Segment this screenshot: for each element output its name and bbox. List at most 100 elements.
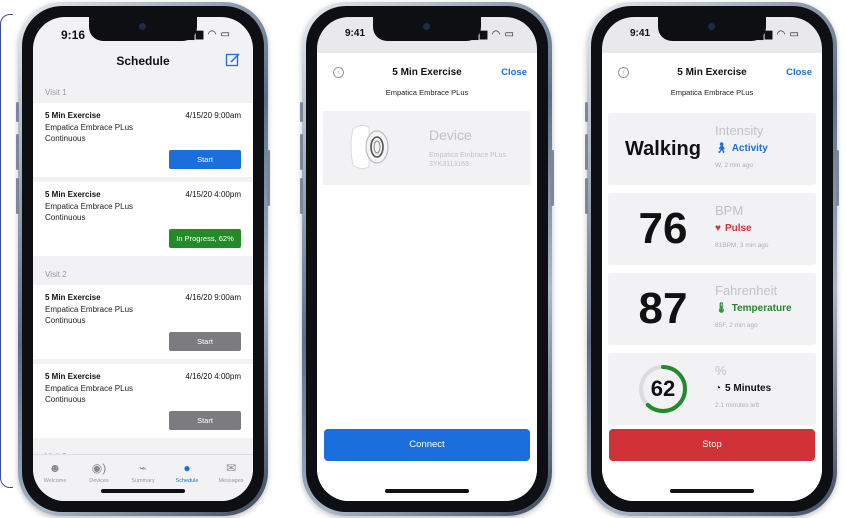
compose-icon[interactable] — [225, 52, 241, 68]
schedule-entry[interactable]: 5 Min Exercise 4/15/20 4:00pm Empatica Emb… — [33, 182, 253, 256]
tab-summary[interactable]: ⌁ Summary — [121, 455, 165, 501]
schedule-list[interactable]: Visit 1 5 Min Exercise 4/15/20 9:00am Empat… — [33, 79, 253, 455]
connect-button[interactable]: Connect — [324, 429, 530, 461]
back-icon[interactable]: ‹ — [333, 67, 344, 78]
page-title: Schedule — [116, 54, 170, 68]
side-button — [300, 102, 303, 122]
entry-date: 4/15/20 9:00am — [185, 111, 241, 120]
metric-card-intensity: Walking Intensity 🚶︎ Activity W, 2 min ago — [608, 113, 816, 185]
status-time: 9:41 — [345, 28, 366, 39]
metric-label: 🌡︎ Temperature — [715, 303, 792, 314]
notch — [89, 17, 197, 41]
devices-icon: ◉) — [91, 461, 107, 475]
entry-date: 4/16/20 4:00pm — [185, 372, 241, 381]
start-button[interactable]: Start — [169, 332, 241, 351]
schedule-entry[interactable]: 5 Min Exercise 4/15/20 9:00am Empatica Emb… — [33, 103, 253, 177]
power-button — [267, 150, 270, 206]
tab-messages[interactable]: ✉ Messages — [209, 455, 253, 501]
side-button — [16, 102, 19, 122]
tab-label: Schedule — [175, 478, 199, 484]
visit-label: Visit 2 — [45, 270, 67, 279]
sheet-header: ‹ 5 Min Exercise Close — [317, 53, 537, 93]
device-name-header: Empatica Embrace PLus — [670, 88, 754, 97]
volume-up-button — [300, 134, 303, 170]
metric-label-text: Temperature — [731, 303, 792, 314]
entry-device: Empatica Embrace PLus — [45, 123, 134, 132]
metric-subtext: 2.1 minutes left — [715, 402, 760, 409]
metric-value: 87 — [638, 284, 688, 333]
volume-down-button — [585, 178, 588, 214]
metric-unit: % — [715, 363, 727, 378]
phone-schedule: 9:16 ▂▄▆ ◠ ▭ Schedule Visit 15 Min Exerc… — [16, 2, 270, 516]
entry-mode: Continuous — [45, 134, 86, 143]
tab-schedule[interactable]: ● Schedule — [165, 455, 209, 501]
entry-date: 4/15/20 4:00pm — [185, 190, 241, 199]
close-button[interactable]: Close — [501, 67, 527, 78]
entry-date: 4/16/20 9:00am — [185, 293, 241, 302]
metric-card-fahrenheit: 87 Fahrenheit 🌡︎ Temperature 85F, 2 min ago — [608, 273, 816, 345]
notch — [658, 17, 766, 41]
metric-unit: Intensity — [715, 123, 764, 138]
heart-icon: ♥ — [715, 223, 721, 234]
metric-label-text: Activity — [731, 143, 768, 154]
device-card[interactable]: Device Empatica Embrace PLus 3YK3113168 — [323, 111, 531, 185]
metric-label-text: 5 Minutes — [725, 383, 772, 394]
metric-label: 🚶︎ Activity — [715, 143, 768, 154]
phone-connect: 9:41 ▂▄▆ ◠ ▭ ‹ 5 Min Exercise Close Empa… — [300, 2, 554, 516]
power-button — [551, 150, 554, 206]
home-indicator[interactable] — [385, 489, 469, 493]
welcome-icon: ☻ — [48, 461, 62, 475]
device-name-header: Empatica Embrace PLus — [385, 88, 469, 97]
entry-device: Empatica Embrace PLus — [45, 384, 134, 393]
power-button — [836, 150, 839, 206]
entry-mode: Continuous — [45, 395, 86, 404]
volume-up-button — [585, 134, 588, 170]
watch-icon — [350, 124, 389, 170]
messages-icon: ✉ — [225, 461, 237, 475]
tab-label: Summary — [131, 478, 155, 484]
walking-icon: 🚶︎ — [715, 143, 728, 154]
summary-icon: ⌁ — [139, 461, 147, 475]
grouping-bracket — [0, 14, 13, 488]
tab-label: Messages — [218, 478, 244, 484]
sheet-header: ‹ 5 Min Exercise Close — [602, 53, 822, 93]
metric-label: ◔ 5 Minutes — [715, 383, 771, 394]
status-time: 9:41 — [630, 28, 651, 39]
metric-label-text: Pulse — [724, 223, 752, 234]
entry-mode: Continuous — [45, 316, 86, 325]
metric-subtext: 85F, 2 min ago — [715, 322, 758, 329]
thermometer-icon: 🌡︎ — [715, 303, 728, 314]
device-serial: 3YK3113168 — [429, 161, 469, 168]
entry-mode: Continuous — [45, 213, 86, 222]
tab-label: Welcome — [43, 478, 67, 484]
start-button[interactable]: Start — [169, 150, 241, 169]
entry-device: Empatica Embrace PLus — [45, 305, 134, 314]
notch — [373, 17, 481, 41]
close-button[interactable]: Close — [786, 67, 812, 78]
tab-devices[interactable]: ◉) Devices — [77, 455, 121, 501]
tab-welcome[interactable]: ☻ Welcome — [33, 455, 77, 501]
home-indicator[interactable] — [101, 489, 185, 493]
device-model: Empatica Embrace PLus — [429, 152, 507, 159]
metric-value: 62 — [650, 376, 676, 401]
metric-label: ♥ Pulse — [715, 223, 752, 234]
tab-label: Devices — [89, 478, 109, 484]
schedule-icon: ● — [183, 461, 191, 475]
in-progress-button[interactable]: In Progress, 62% — [169, 229, 241, 248]
back-icon[interactable]: ‹ — [618, 67, 629, 78]
side-button — [585, 102, 588, 122]
schedule-entry[interactable]: 5 Min Exercise 4/16/20 4:00pm Empatica Emb… — [33, 364, 253, 438]
home-indicator[interactable] — [670, 489, 754, 493]
volume-up-button — [16, 134, 19, 170]
schedule-entry[interactable]: 5 Min Exercise 4/16/20 9:00am Empatica Emb… — [33, 285, 253, 359]
clock-icon: ◔ — [715, 383, 722, 394]
metric-subtext: W, 2 min ago — [715, 162, 753, 169]
volume-down-button — [16, 178, 19, 214]
start-button[interactable]: Start — [169, 411, 241, 430]
volume-down-button — [300, 178, 303, 214]
status-time: 9:16 — [61, 28, 86, 42]
stop-button[interactable]: Stop — [609, 429, 815, 461]
entry-device: Empatica Embrace PLus — [45, 202, 134, 211]
visit-label: Visit 1 — [45, 88, 67, 97]
metric-unit: Fahrenheit — [715, 283, 778, 298]
